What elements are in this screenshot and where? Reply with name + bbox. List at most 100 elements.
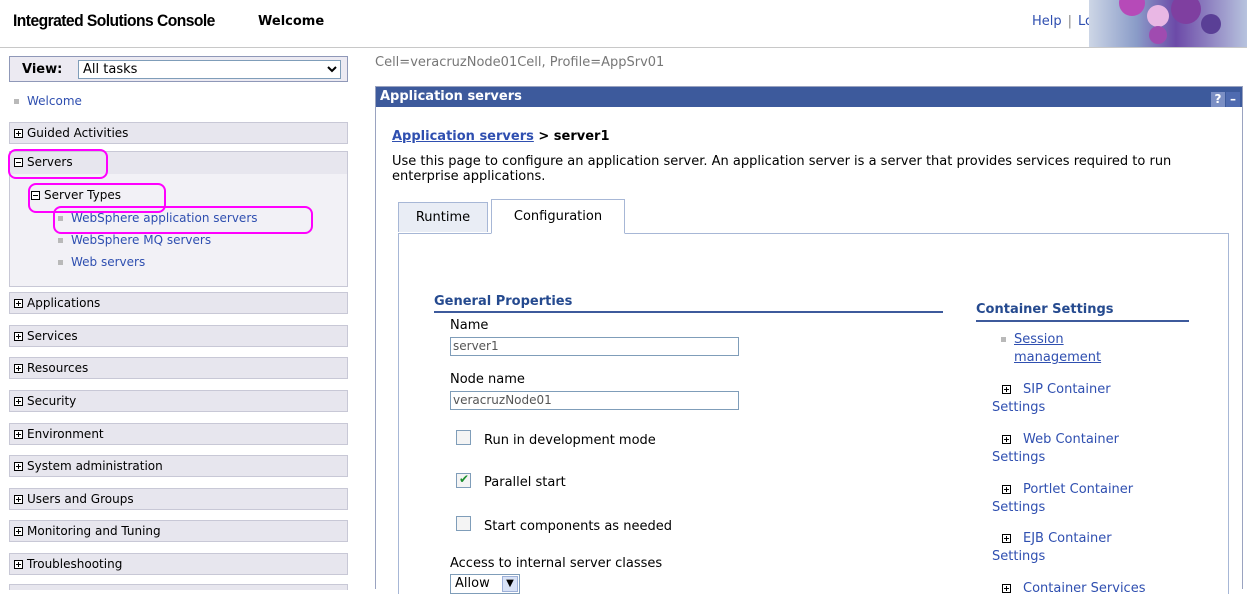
session-management-label: Session management	[1014, 332, 1102, 365]
bullet-icon	[1001, 337, 1006, 342]
tab-runtime[interactable]: Runtime	[398, 202, 488, 232]
banner-logo-image	[1089, 0, 1247, 47]
nav-applications[interactable]: Applications	[9, 292, 348, 314]
access-classes-value: Allow	[455, 576, 490, 591]
navigation-tree: View: All tasks Welcome Guided Activitie…	[0, 48, 358, 590]
welcome-label: Welcome	[258, 14, 325, 29]
help-link[interactable]: Help	[1032, 14, 1062, 29]
dev-mode-label: Run in development mode	[484, 433, 656, 448]
ejb-container-settings[interactable]: EJB Container Settings	[992, 530, 1157, 566]
nav-next-category[interactable]	[9, 584, 348, 590]
nav-system-administration[interactable]: System administration	[9, 455, 348, 477]
parallel-start-checkbox[interactable]	[456, 472, 471, 488]
nav-item-label: Environment	[27, 427, 104, 441]
parallel-start-label: Parallel start	[484, 475, 566, 490]
portlet-buttons: ? –	[1211, 89, 1240, 109]
minimize-icon[interactable]: –	[1226, 92, 1240, 107]
web-container-label: Web Container Settings	[992, 432, 1120, 465]
dev-mode-checkbox[interactable]	[456, 430, 471, 445]
nav-item-label: Users and Groups	[27, 492, 134, 506]
container-services[interactable]: Container Services	[992, 580, 1192, 598]
nav-item-label: System administration	[27, 459, 163, 473]
page-description: Use this page to configure an applicatio…	[392, 154, 1172, 184]
nav-item-label: Guided Activities	[27, 126, 129, 140]
portlet-title-text: Application servers	[380, 89, 522, 104]
node-name-label: Node name	[450, 372, 525, 387]
expand-icon	[1002, 385, 1011, 394]
highlight-servers	[8, 149, 108, 179]
view-label: View:	[22, 62, 63, 77]
nav-monitoring-and-tuning[interactable]: Monitoring and Tuning	[9, 520, 348, 542]
container-services-label: Container Services	[1023, 581, 1146, 596]
expand-icon	[14, 430, 23, 439]
nav-welcome-link[interactable]: Welcome	[14, 94, 82, 108]
nav-troubleshooting[interactable]: Troubleshooting	[9, 553, 348, 575]
nav-web-servers[interactable]: Web servers	[58, 255, 145, 269]
nav-services[interactable]: Services	[9, 325, 348, 347]
nav-security[interactable]: Security	[9, 390, 348, 412]
container-settings-heading: Container Settings	[976, 302, 1114, 317]
nav-item-label: Services	[27, 329, 78, 343]
expand-icon	[14, 397, 23, 406]
access-classes-label: Access to internal server classes	[450, 556, 663, 571]
expand-icon	[1002, 485, 1011, 494]
breadcrumb-current: > server1	[533, 129, 610, 144]
expand-icon	[14, 129, 23, 138]
portlet-container-label: Portlet Container Settings	[992, 482, 1134, 515]
start-components-label: Start components as needed	[484, 519, 672, 534]
application-servers-portlet: Application servers ? – Application serve…	[375, 86, 1243, 596]
breadcrumb: Application servers > server1	[392, 129, 610, 144]
portlet-title: Application servers ? –	[376, 87, 1242, 107]
highlight-websphere-app-servers	[53, 206, 313, 234]
nav-resources[interactable]: Resources	[9, 357, 348, 379]
help-icon[interactable]: ?	[1211, 92, 1225, 107]
expand-icon	[14, 332, 23, 341]
breadcrumb-app-servers-link[interactable]: Application servers	[392, 129, 534, 144]
container-settings-rule	[976, 320, 1189, 322]
web-container-settings[interactable]: Web Container Settings	[992, 431, 1157, 467]
banner: Integrated Solutions Console Welcome Hel…	[0, 0, 1247, 48]
nav-item-label: Security	[27, 394, 77, 408]
start-components-checkbox[interactable]	[456, 516, 471, 531]
nav-websphere-mq-servers[interactable]: WebSphere MQ servers	[58, 233, 211, 247]
expand-icon	[1002, 584, 1011, 593]
links-separator: |	[1067, 14, 1073, 29]
sip-container-settings[interactable]: SIP Container Settings	[992, 381, 1157, 417]
node-name-field[interactable]: veracruzNode01	[450, 391, 739, 410]
nav-item-label: Web servers	[71, 255, 146, 269]
name-field[interactable]: server1	[450, 337, 739, 356]
expand-icon	[14, 495, 23, 504]
configuration-panel: General Properties Name server1 Node nam…	[398, 233, 1229, 596]
bullet-icon	[58, 238, 63, 243]
cell-profile-info: Cell=veracruzNode01Cell, Profile=AppSrv0…	[375, 55, 665, 70]
chevron-down-icon: ▼	[502, 576, 518, 592]
expand-icon	[14, 364, 23, 373]
session-management-link[interactable]: Session management	[1001, 331, 1151, 367]
nav-item-label: Monitoring and Tuning	[27, 524, 161, 538]
nav-users-and-groups[interactable]: Users and Groups	[9, 488, 348, 510]
expand-icon	[1002, 534, 1011, 543]
name-label: Name	[450, 318, 489, 333]
nav-item-label: Troubleshooting	[27, 557, 123, 571]
nav-guided-activities[interactable]: Guided Activities	[9, 122, 348, 144]
nav-item-label: Resources	[27, 361, 89, 375]
view-select[interactable]: All tasks	[78, 60, 341, 79]
expand-icon	[14, 527, 23, 536]
nav-item-label: WebSphere MQ servers	[71, 233, 212, 247]
nav-item-label: Applications	[27, 296, 101, 310]
view-selector-panel: View: All tasks	[9, 56, 348, 82]
expand-icon	[14, 560, 23, 569]
expand-icon	[14, 299, 23, 308]
general-properties-heading: General Properties	[434, 294, 573, 309]
app-title: Integrated Solutions Console	[13, 11, 215, 30]
nav-welcome-label: Welcome	[27, 94, 82, 108]
access-classes-select[interactable]: Allow ▼	[450, 574, 520, 594]
bullet-icon	[58, 260, 63, 265]
portlet-container-settings[interactable]: Portlet Container Settings	[992, 481, 1187, 517]
bullet-icon	[14, 99, 19, 104]
nav-environment[interactable]: Environment	[9, 423, 348, 445]
tab-configuration[interactable]: Configuration	[491, 199, 625, 234]
expand-icon	[14, 462, 23, 471]
expand-icon	[1002, 435, 1011, 444]
general-properties-rule	[434, 311, 943, 313]
